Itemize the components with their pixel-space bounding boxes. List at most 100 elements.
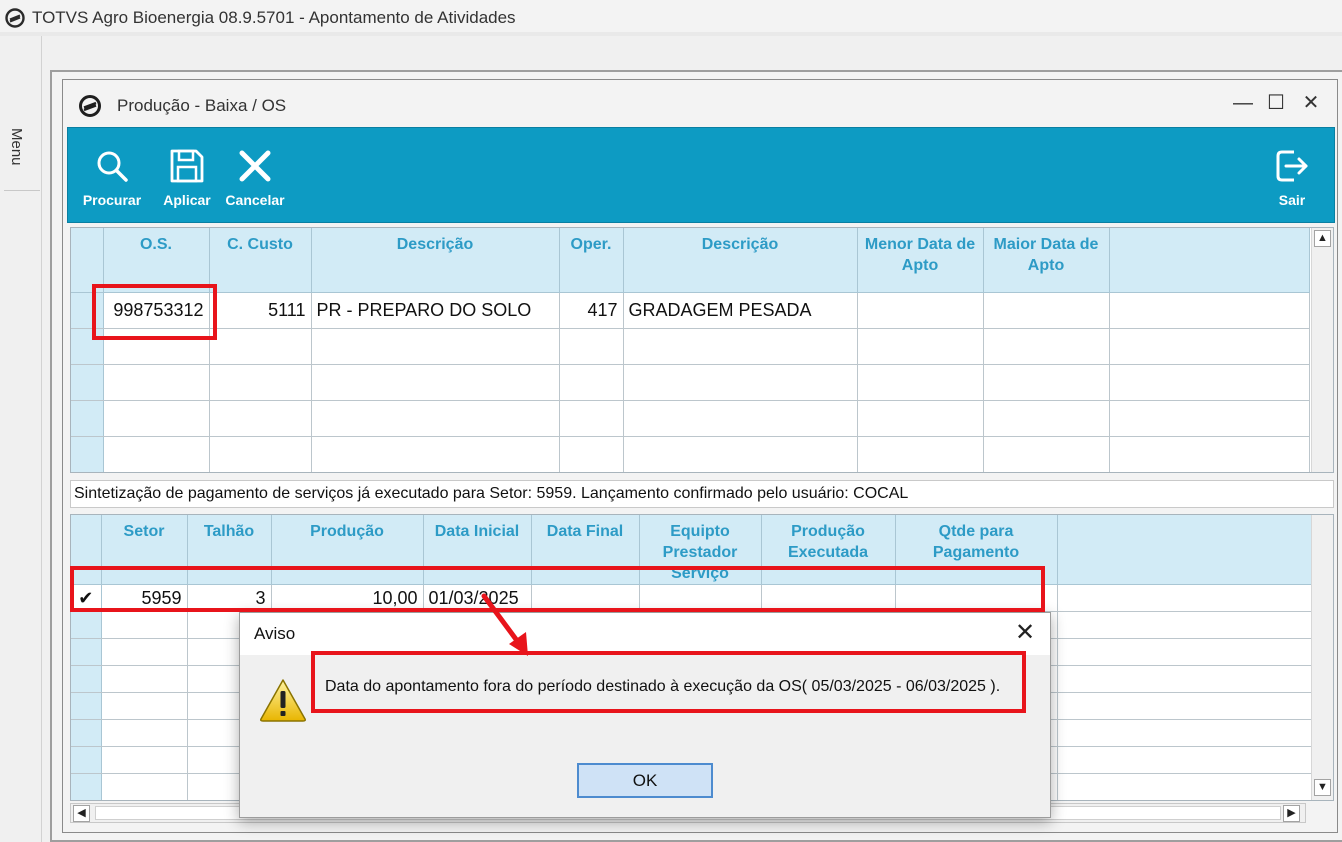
row-selector[interactable]: [71, 400, 104, 437]
column-header-data-final[interactable]: Data Final: [531, 515, 640, 585]
grid-cell[interactable]: [311, 364, 560, 401]
search-button[interactable]: Procurar: [80, 128, 144, 224]
row-selector[interactable]: [71, 692, 102, 720]
cell-qtde-pagamento[interactable]: [895, 584, 1058, 612]
os-grid-vertical-scrollbar[interactable]: ▲: [1311, 228, 1333, 472]
grid-cell[interactable]: [623, 328, 858, 365]
scroll-up-icon[interactable]: ▲: [1314, 230, 1331, 247]
column-header-data-inicial[interactable]: Data Inicial: [423, 515, 532, 585]
grid-cell[interactable]: [209, 400, 312, 437]
grid-cell[interactable]: [983, 364, 1110, 401]
maximize-button[interactable]: ☐: [1264, 90, 1288, 116]
row-selector[interactable]: [71, 719, 102, 747]
grid-cell[interactable]: [103, 400, 210, 437]
grid-cell[interactable]: [311, 328, 560, 365]
grid-cell[interactable]: [623, 364, 858, 401]
column-header-maior-data[interactable]: Maior Data de Apto: [983, 228, 1110, 293]
grid-cell[interactable]: [101, 773, 188, 800]
grid-cell[interactable]: [857, 328, 984, 365]
cell-talhao[interactable]: 3: [187, 584, 272, 612]
column-header-descricao-oper[interactable]: Descrição: [623, 228, 858, 293]
cell-maior-data[interactable]: [983, 292, 1110, 329]
grid-cell[interactable]: [103, 364, 210, 401]
cell-data-inicial[interactable]: 01/03/2025: [423, 584, 532, 612]
cell-producao[interactable]: 10,00: [271, 584, 424, 612]
grid-cell[interactable]: [623, 436, 858, 472]
cell-oper[interactable]: 417: [559, 292, 624, 329]
grid-cell[interactable]: [559, 328, 624, 365]
cell-descricao-oper[interactable]: GRADAGEM PESADA: [623, 292, 858, 329]
grid-cell[interactable]: [857, 400, 984, 437]
column-header-descricao[interactable]: Descrição: [311, 228, 560, 293]
column-header-producao-executada[interactable]: Produção Executada: [761, 515, 896, 585]
grid-cell[interactable]: [311, 400, 560, 437]
table-row[interactable]: [71, 436, 1310, 472]
close-window-button[interactable]: ✕: [1299, 90, 1323, 116]
row-selector[interactable]: [71, 436, 104, 472]
grid-cell[interactable]: [101, 746, 188, 774]
scroll-left-icon[interactable]: ◀: [73, 805, 90, 822]
menu-label[interactable]: Menu: [8, 128, 25, 166]
cell-os[interactable]: 998753312: [103, 292, 210, 329]
grid-cell[interactable]: [103, 436, 210, 472]
column-header-producao[interactable]: Produção: [271, 515, 424, 585]
table-row[interactable]: [71, 400, 1310, 437]
table-row[interactable]: [71, 328, 1310, 365]
cell-setor[interactable]: 5959: [101, 584, 188, 612]
ok-button[interactable]: OK: [577, 763, 713, 798]
cell-equipto-prestador[interactable]: [639, 584, 762, 612]
apply-button[interactable]: Aplicar: [158, 128, 216, 224]
grid-cell[interactable]: [623, 400, 858, 437]
production-grid-vertical-scrollbar[interactable]: ▼: [1311, 515, 1333, 800]
grid-cell[interactable]: [311, 436, 560, 472]
grid-cell[interactable]: [101, 638, 188, 666]
grid-cell[interactable]: [983, 400, 1110, 437]
exit-button[interactable]: Sair: [1272, 128, 1312, 224]
cell-descricao[interactable]: PR - PREPARO DO SOLO: [311, 292, 560, 329]
grid-cell[interactable]: [209, 328, 312, 365]
column-header-talhao[interactable]: Talhão: [187, 515, 272, 585]
grid-cell[interactable]: [559, 400, 624, 437]
grid-cell[interactable]: [101, 665, 188, 693]
row-selector[interactable]: [71, 665, 102, 693]
grid-cell[interactable]: [209, 364, 312, 401]
row-selector[interactable]: [71, 611, 102, 639]
row-selector[interactable]: [71, 292, 104, 329]
table-row[interactable]: ✔ 5959 3 10,00 01/03/2025: [71, 584, 1314, 612]
scroll-down-icon[interactable]: ▼: [1314, 779, 1331, 796]
cell-producao-executada[interactable]: [761, 584, 896, 612]
column-header-setor[interactable]: Setor: [101, 515, 188, 585]
checkmark-icon[interactable]: ✔: [71, 584, 102, 612]
grid-cell[interactable]: [209, 436, 312, 472]
row-selector[interactable]: [71, 638, 102, 666]
grid-cell[interactable]: [857, 364, 984, 401]
dialog-close-button[interactable]: ✕: [1012, 621, 1038, 647]
column-header-ccusto[interactable]: C. Custo: [209, 228, 312, 293]
grid-cell[interactable]: [101, 692, 188, 720]
minimize-button[interactable]: —: [1231, 90, 1255, 116]
grid-cell[interactable]: [983, 436, 1110, 472]
table-row[interactable]: [71, 364, 1310, 401]
row-selector[interactable]: [71, 328, 104, 365]
column-header-os[interactable]: O.S.: [103, 228, 210, 293]
side-menu[interactable]: Menu: [0, 36, 42, 842]
column-header-qtde-pagamento[interactable]: Qtde para Pagamento: [895, 515, 1058, 585]
grid-cell[interactable]: [101, 611, 188, 639]
column-header-oper[interactable]: Oper.: [559, 228, 624, 293]
cell-menor-data[interactable]: [857, 292, 984, 329]
column-header-equipto-prestador[interactable]: Equipto Prestador Serviço: [639, 515, 762, 585]
column-header-menor-data[interactable]: Menor Data de Apto: [857, 228, 984, 293]
cancel-button[interactable]: Cancelar: [222, 128, 288, 224]
cell-data-final[interactable]: [531, 584, 640, 612]
scroll-right-icon[interactable]: ▶: [1283, 805, 1300, 822]
grid-cell[interactable]: [857, 436, 984, 472]
os-grid[interactable]: O.S. C. Custo Descrição Oper. Descrição …: [70, 227, 1334, 473]
cell-ccusto[interactable]: 5111: [209, 292, 312, 329]
row-selector[interactable]: [71, 773, 102, 800]
table-row[interactable]: 998753312 5111 PR - PREPARO DO SOLO 417 …: [71, 292, 1310, 329]
grid-cell[interactable]: [559, 364, 624, 401]
grid-cell[interactable]: [101, 719, 188, 747]
row-selector[interactable]: [71, 364, 104, 401]
grid-cell[interactable]: [103, 328, 210, 365]
grid-cell[interactable]: [983, 328, 1110, 365]
